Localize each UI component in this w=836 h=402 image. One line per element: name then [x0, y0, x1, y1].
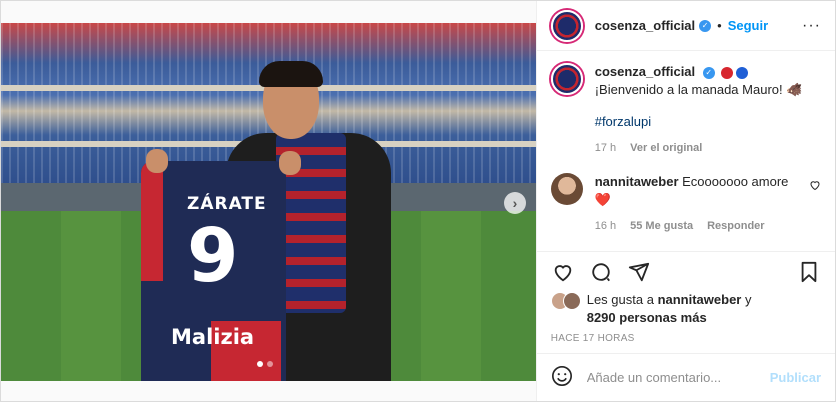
comment-avatar[interactable]: [550, 173, 583, 205]
likes-summary: Les gusta a nannitaweber y 8290 personas…: [537, 291, 835, 327]
carousel-dot: [267, 361, 273, 367]
comment-likes[interactable]: 55 Me gusta: [630, 217, 693, 235]
comments-section: cosenza_official ✓ ¡Bienvenido a la mana…: [537, 51, 835, 251]
verified-badge-icon: ✓: [702, 66, 715, 79]
liker-avatar[interactable]: [562, 292, 581, 310]
comment-item: nannitaweber Ecooooooo amore ❤️ 16 h 55 …: [550, 173, 821, 235]
left-hand: [146, 149, 168, 173]
comment-time[interactable]: 16 h: [595, 217, 616, 235]
caption-time[interactable]: 17 h: [595, 139, 616, 157]
jersey-name: ZÁRATE: [187, 194, 267, 214]
more-horizontal-icon[interactable]: ···: [802, 17, 821, 35]
add-comment-bar: Publicar: [536, 353, 835, 401]
right-hand: [279, 151, 301, 175]
verified-badge-icon: ✓: [699, 19, 712, 32]
post-media: ZÁRATE 9 Malizia ›: [1, 1, 536, 401]
caption: cosenza_official ✓ ¡Bienvenido a la mana…: [550, 63, 821, 157]
publish-button[interactable]: Publicar: [770, 370, 821, 385]
chevron-right-icon: ›: [512, 195, 518, 211]
jersey-sponsor: Malizia: [171, 325, 255, 349]
likes-user[interactable]: nannitaweber: [658, 292, 742, 307]
red-circle-icon: [721, 66, 734, 79]
comment-body: nannitaweber Ecooooooo amore ❤️ 16 h 55 …: [595, 173, 789, 235]
follow-button[interactable]: Seguir: [728, 18, 768, 33]
next-image-button[interactable]: ›: [504, 192, 526, 214]
post-photo[interactable]: ZÁRATE 9 Malizia: [1, 23, 536, 381]
reply-button[interactable]: Responder: [707, 217, 764, 235]
bookmark-icon[interactable]: [797, 260, 821, 284]
see-original-button[interactable]: Ver el original: [630, 139, 702, 157]
caption-body: cosenza_official ✓ ¡Bienvenido a la mana…: [595, 63, 803, 157]
player-hair: [259, 61, 323, 87]
likes-others[interactable]: 8290 personas más: [587, 310, 707, 325]
likes-prefix: Les gusta a: [586, 292, 654, 307]
emoji-smiley-icon[interactable]: [551, 365, 573, 390]
heart-emoji: ❤️: [594, 192, 611, 207]
hashtag-link[interactable]: #forzalupi: [595, 113, 803, 131]
add-comment-input[interactable]: [586, 370, 770, 385]
like-heart-icon[interactable]: [551, 260, 575, 284]
caption-meta: 17 h Ver el original: [595, 139, 803, 157]
carousel-dots: [257, 361, 273, 367]
liker-avatars: [550, 292, 583, 310]
post-timestamp[interactable]: HACE 17 HORAS: [537, 333, 835, 353]
share-paper-plane-icon[interactable]: [627, 260, 651, 284]
header-username[interactable]: cosenza_official: [595, 18, 695, 33]
comment-username[interactable]: nannitaweber: [595, 174, 679, 189]
avatar[interactable]: [550, 9, 583, 42]
carousel-dot: [257, 361, 263, 367]
likes-text: Les gusta a nannitaweber y 8290 personas…: [587, 291, 752, 327]
jersey-red-stripe: [141, 161, 163, 281]
comment-meta: 16 h 55 Me gusta Responder: [595, 217, 789, 235]
caption-username[interactable]: cosenza_official: [595, 64, 695, 79]
like-comment-heart-icon[interactable]: [809, 179, 821, 194]
post-sidebar: cosenza_official ✓ • Seguir ··· cosenza_…: [535, 1, 835, 401]
instagram-post: ZÁRATE 9 Malizia › cosenza_official ✓ • …: [0, 0, 836, 402]
likes-suffix: y: [744, 292, 752, 307]
jersey-number: 9: [187, 213, 239, 299]
action-bar: [536, 251, 835, 291]
separator: •: [717, 18, 722, 33]
comment-bubble-icon[interactable]: [589, 260, 613, 284]
caption-avatar[interactable]: [550, 63, 583, 95]
post-header: cosenza_official ✓ • Seguir ···: [536, 1, 835, 51]
caption-text: ¡Bienvenido a la manada Mauro! 🐗: [594, 82, 803, 97]
comment-text: Ecooooooo amore: [682, 174, 789, 189]
blue-circle-icon: [736, 66, 749, 79]
